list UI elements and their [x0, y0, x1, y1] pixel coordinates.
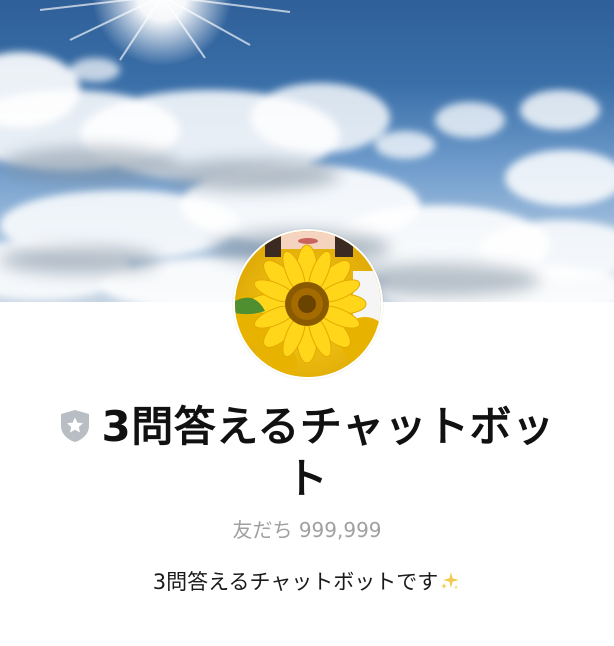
profile-name: 3問答えるチャットボット — [101, 402, 555, 503]
profile-avatar[interactable] — [233, 229, 383, 379]
friends-count: 999,999 — [298, 518, 382, 542]
profile-name-row: 3問答えるチャットボット — [44, 401, 570, 505]
status-message: 3問答えるチャットボットです — [152, 570, 439, 594]
friends-label: 友だち — [232, 518, 293, 542]
shield-star-icon — [61, 410, 90, 442]
profile-page: 3問答えるチャットボット 友だち 999,999 3問答えるチャットボットです — [0, 0, 614, 646]
status-message-row: 3問答えるチャットボットです — [0, 566, 614, 596]
sunflower-avatar-image — [235, 231, 381, 377]
sparkles-icon — [441, 572, 460, 590]
friends-count-row[interactable]: 友だち 999,999 — [0, 514, 614, 543]
